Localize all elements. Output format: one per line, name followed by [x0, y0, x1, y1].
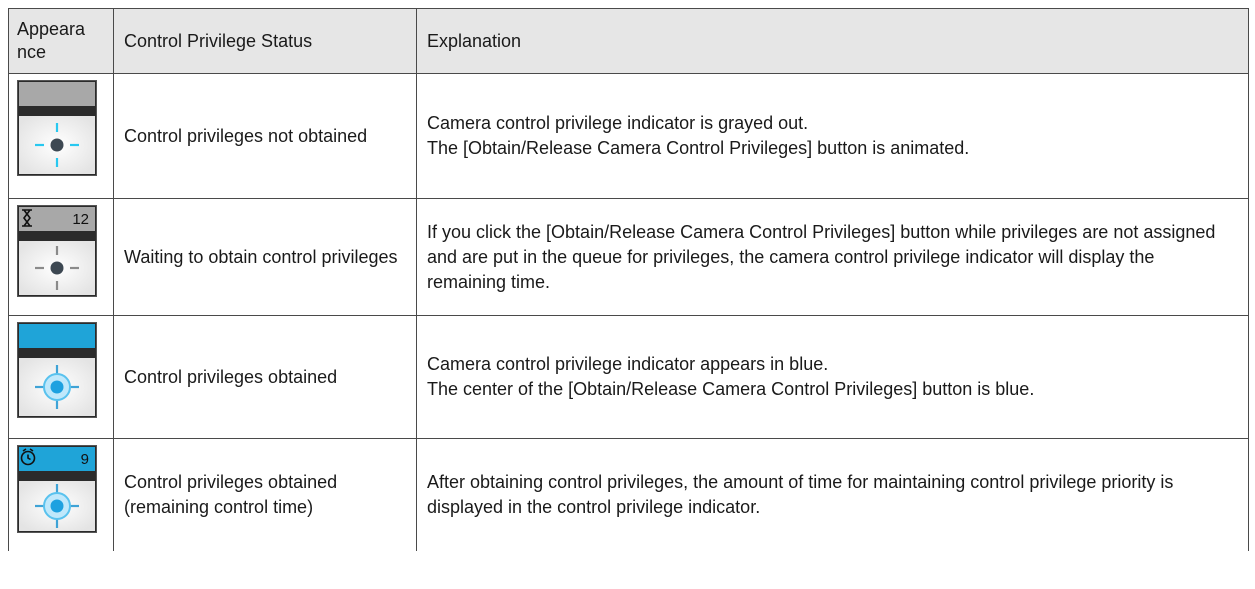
- appearance-cell: 9: [8, 438, 114, 551]
- table-row: 9 Control privileges obtained (remaining…: [8, 438, 1249, 551]
- control-icon-obtained-timer: 9: [17, 445, 97, 533]
- center-dot: [50, 380, 64, 394]
- table-row: Control privileges not obtained Camera c…: [8, 73, 1249, 199]
- control-privilege-table: Appeara nce Control Privilege Status Exp…: [8, 8, 1249, 551]
- table-header-row: Appeara nce Control Privilege Status Exp…: [8, 8, 1249, 74]
- center-dot: [50, 499, 64, 513]
- appearance-cell: 12: [8, 198, 114, 316]
- table-row: 12 Waiting to obtain control privileges …: [8, 198, 1249, 316]
- explanation-cell: If you click the [Obtain/Release Camera …: [416, 198, 1249, 316]
- control-icon-obtained: [17, 322, 97, 418]
- status-bar: [19, 324, 95, 348]
- status-bar: [19, 82, 95, 106]
- center-dot: [50, 261, 64, 275]
- appearance-cell: [8, 315, 114, 439]
- table-row: Control privileges obtained Camera contr…: [8, 315, 1249, 439]
- header-appearance: Appeara nce: [8, 8, 114, 74]
- center-dot: [50, 138, 64, 152]
- remaining-time-counter: 12: [72, 211, 89, 228]
- explanation-line: Camera control privilege indicator appea…: [427, 354, 829, 374]
- remaining-time-counter: 9: [81, 451, 89, 468]
- appearance-cell: [8, 73, 114, 199]
- header-explanation: Explanation: [416, 8, 1249, 74]
- explanation-line: If you click the [Obtain/Release Camera …: [427, 221, 1216, 292]
- header-status: Control Privilege Status: [113, 8, 417, 74]
- explanation-line: The center of the [Obtain/Release Camera…: [427, 379, 1035, 399]
- explanation-line: After obtaining control privileges, the …: [427, 472, 1174, 517]
- status-cell: Control privileges not obtained: [113, 73, 417, 199]
- status-cell: Control privileges obtained: [113, 315, 417, 439]
- explanation-cell: After obtaining control privileges, the …: [416, 438, 1249, 551]
- explanation-cell: Camera control privilege indicator is gr…: [416, 73, 1249, 199]
- explanation-cell: Camera control privilege indicator appea…: [416, 315, 1249, 439]
- explanation-line: Camera control privilege indicator is gr…: [427, 113, 809, 133]
- control-icon-not-obtained: [17, 80, 97, 176]
- control-icon-waiting: 12: [17, 205, 97, 297]
- status-cell: Waiting to obtain control privileges: [113, 198, 417, 316]
- explanation-line: The [Obtain/Release Camera Control Privi…: [427, 138, 970, 158]
- status-cell: Control privileges obtained (remaining c…: [113, 438, 417, 551]
